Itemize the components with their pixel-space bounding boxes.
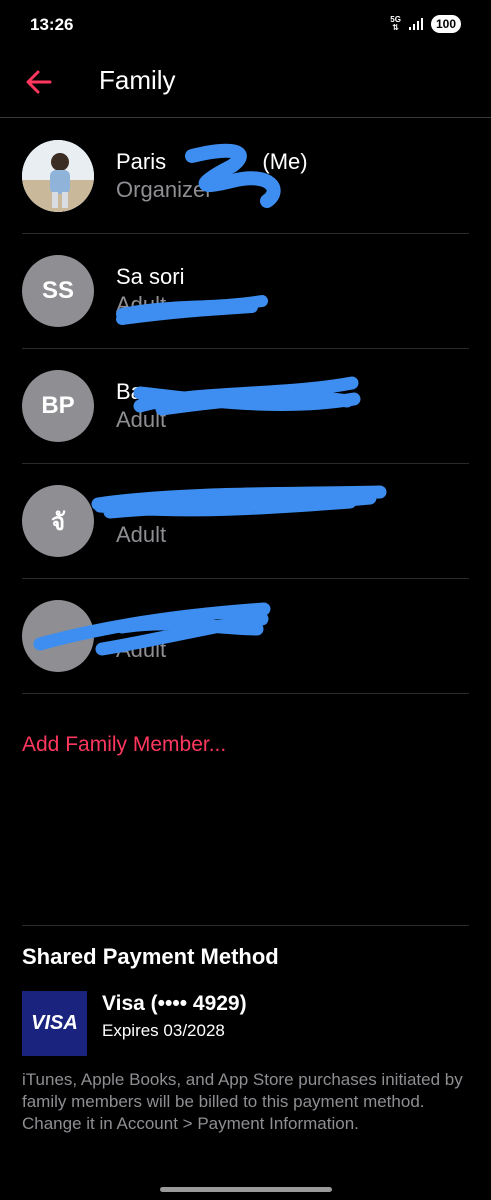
add-family-member-link[interactable]: Add Family Member... [22,733,226,757]
member-row[interactable]: จั Adult [22,464,469,579]
member-row-organizer[interactable]: Paris (Me) Organizer [22,119,469,234]
member-name: Ba [116,379,143,404]
member-row[interactable]: Adult [22,579,469,694]
status-bar: 13:26 5G ⇅ 100 [0,0,491,50]
member-row[interactable]: SS Sa sori Adult [22,234,469,349]
card-name[interactable]: Visa (•••• 4929) [102,992,247,1016]
avatar [22,140,94,212]
payment-note: iTunes, Apple Books, and App Store purch… [22,1070,463,1133]
member-role: Organizer [116,177,213,202]
profile-photo-icon [22,140,94,212]
payment-section-title: Shared Payment Method [22,944,279,969]
member-name: Paris (Me) [116,149,308,175]
visa-card-icon[interactable]: VISA [22,991,87,1056]
page-title: Family [99,65,176,95]
family-member-list: Paris (Me) Organizer SS Sa sori Adult BP… [22,119,469,694]
member-row[interactable]: BP Ba Adult [22,349,469,464]
back-button[interactable] [24,68,54,96]
home-indicator[interactable] [160,1187,332,1192]
avatar [22,600,94,672]
member-name: Sa sori [116,264,185,289]
visa-logo: VISA [31,1012,78,1034]
member-role: Adult [116,522,167,547]
avatar: BP [22,370,94,442]
back-arrow-icon [26,70,52,94]
data-arrows-icon: ⇅ [392,23,399,32]
status-icons: 5G ⇅ 100 [390,15,461,33]
battery-badge: 100 [430,15,461,33]
avatar: จั [22,485,94,557]
nav-header: Family [0,50,491,118]
avatar: SS [22,255,94,327]
member-role: Adult [116,637,167,662]
network-5g-icon: 5G ⇅ [390,16,401,32]
member-role: Adult [116,407,167,432]
signal-icon [408,18,423,30]
status-time: 13:26 [30,15,74,34]
member-me-suffix: (Me) [262,149,308,174]
member-first-name: Paris [116,149,167,174]
member-role: Adult [116,292,167,317]
card-expiry: Expires 03/2028 [102,1021,225,1040]
redaction-scribble [133,376,361,416]
section-divider [22,925,469,926]
